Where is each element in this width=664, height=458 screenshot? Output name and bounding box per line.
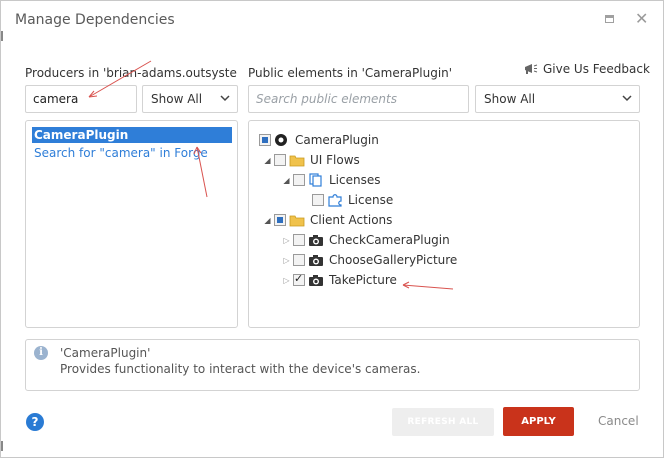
tree-label: License xyxy=(348,193,394,207)
edge-artifact xyxy=(1,441,3,451)
tree-node-ui-flows[interactable]: ◢ UI Flows xyxy=(263,151,360,169)
help-button[interactable]: ? xyxy=(26,413,44,431)
tree-label: CameraPlugin xyxy=(295,133,379,147)
refresh-all-button[interactable]: REFRESH ALL xyxy=(392,408,494,436)
tree-node-choosegallerypicture[interactable]: ▷ ChooseGalleryPicture xyxy=(282,251,457,269)
producer-item-cameraplugin[interactable]: CameraPlugin xyxy=(32,127,232,143)
dialog-title: Manage Dependencies xyxy=(15,12,175,28)
tree-node-license[interactable]: License xyxy=(310,191,393,209)
feedback-link[interactable]: Give Us Feedback xyxy=(523,62,650,76)
expanded-arrow-icon[interactable]: ◢ xyxy=(263,216,272,225)
producers-filter-select[interactable]: Show All xyxy=(142,85,238,113)
tree-node-client-actions[interactable]: ◢ Client Actions xyxy=(263,211,392,229)
cancel-button[interactable]: Cancel xyxy=(598,414,639,428)
collapsed-arrow-icon[interactable]: ▷ xyxy=(282,276,291,285)
tree-label: UI Flows xyxy=(310,153,360,167)
radio-module-icon xyxy=(275,134,287,146)
feedback-label: Give Us Feedback xyxy=(543,62,650,76)
tree-label: Licenses xyxy=(329,173,381,187)
camera-icon xyxy=(309,235,323,246)
tree-checkbox[interactable] xyxy=(293,234,305,246)
tree-checkbox[interactable] xyxy=(274,154,286,166)
tree-node-checkcameraplugin[interactable]: ▷ CheckCameraPlugin xyxy=(282,231,450,249)
public-elements-filter-value: Show All xyxy=(484,92,536,106)
folder-icon xyxy=(289,155,305,167)
puzzle-icon xyxy=(328,194,342,207)
info-title: 'CameraPlugin' xyxy=(60,346,151,360)
info-description: Provides functionality to interact with … xyxy=(60,362,421,376)
chevron-down-icon xyxy=(220,95,230,102)
producers-filter-value: Show All xyxy=(151,92,203,106)
producers-list: CameraPlugin Search for "camera" in Forg… xyxy=(25,120,238,328)
apply-button[interactable]: APPLY xyxy=(503,407,574,436)
maximize-icon[interactable] xyxy=(605,15,614,23)
collapsed-arrow-icon[interactable]: ▷ xyxy=(282,236,291,245)
info-icon: i xyxy=(34,346,48,360)
tree-label: ChooseGalleryPicture xyxy=(329,253,458,267)
public-elements-search-input[interactable] xyxy=(248,85,469,113)
folder-icon xyxy=(289,215,305,227)
public-elements-tree: CameraPlugin ◢ UI Flows ◢ Licenses Licen… xyxy=(248,120,640,328)
tree-checkbox[interactable] xyxy=(259,134,271,146)
close-icon[interactable]: ✕ xyxy=(635,10,648,28)
tree-node-takepicture[interactable]: ▷ TakePicture xyxy=(282,271,397,289)
pages-icon xyxy=(309,173,322,187)
collapsed-arrow-icon[interactable]: ▷ xyxy=(282,256,291,265)
tree-checkbox[interactable] xyxy=(312,194,324,206)
search-forge-link[interactable]: Search for "camera" in Forge xyxy=(34,146,208,160)
producers-label: Producers in 'brian-adams.outsystem... xyxy=(25,66,237,80)
chevron-down-icon xyxy=(622,95,632,102)
public-elements-label: Public elements in 'CameraPlugin' xyxy=(248,66,453,80)
tree-node-cameraplugin[interactable]: CameraPlugin xyxy=(257,131,379,149)
tree-checkbox[interactable] xyxy=(293,254,305,266)
tree-checkbox[interactable] xyxy=(293,174,305,186)
megaphone-icon xyxy=(525,64,538,74)
producers-search-input[interactable] xyxy=(25,85,137,113)
camera-icon xyxy=(309,275,323,286)
tree-label: Client Actions xyxy=(310,213,393,227)
public-elements-filter-select[interactable]: Show All xyxy=(475,85,640,113)
tree-checkbox[interactable] xyxy=(274,214,286,226)
element-info-box: i 'CameraPlugin' Provides functionality … xyxy=(25,339,640,391)
camera-icon xyxy=(309,255,323,266)
tree-label: CheckCameraPlugin xyxy=(329,233,450,247)
tree-label: TakePicture xyxy=(329,273,397,287)
manage-dependencies-dialog: Manage Dependencies ✕ Producers in 'bria… xyxy=(0,0,664,458)
expanded-arrow-icon[interactable]: ◢ xyxy=(263,156,272,165)
expanded-arrow-icon[interactable]: ◢ xyxy=(282,176,291,185)
edge-artifact xyxy=(1,31,3,41)
tree-node-licenses[interactable]: ◢ Licenses xyxy=(282,171,381,189)
tree-checkbox[interactable] xyxy=(293,272,305,286)
